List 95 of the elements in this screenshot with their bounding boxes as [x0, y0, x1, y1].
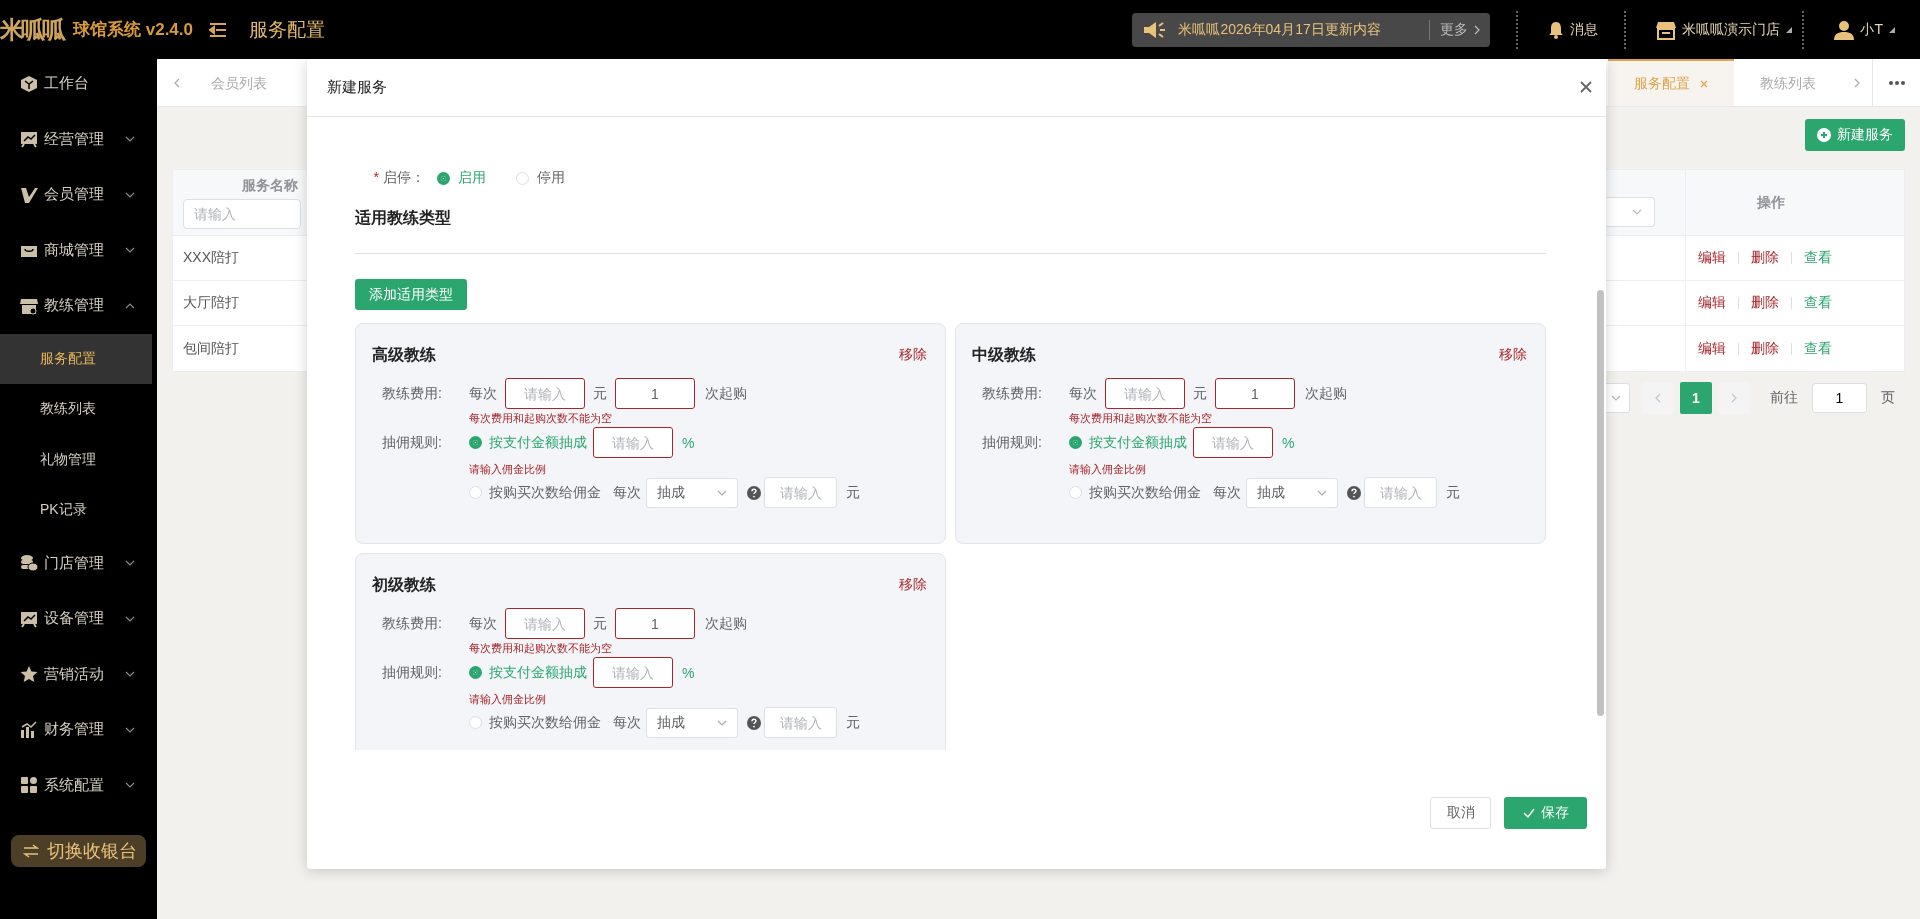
sidebar-item[interactable]: 系统配置 — [0, 757, 157, 813]
percent-sign: % — [682, 664, 695, 681]
radio-label[interactable]: 按购买次数给佣金 — [489, 713, 601, 732]
remove-link[interactable]: 移除 — [1499, 346, 1527, 364]
notice-text[interactable]: 米呱呱2026年04月17日更新内容 — [1178, 20, 1420, 39]
action-link[interactable]: 删除 — [1751, 339, 1779, 358]
cancel-button[interactable]: 取消 — [1430, 797, 1491, 829]
unit-text: 元 — [846, 483, 860, 502]
store-switcher[interactable]: 米呱呱演示门店 — [1656, 19, 1793, 40]
unit-text: 元 — [1446, 483, 1460, 502]
page-input[interactable]: 1 — [1812, 383, 1867, 413]
mode-select[interactable]: 抽成 — [1246, 477, 1338, 508]
error-message: 请输入佣金比例 — [1069, 462, 1147, 476]
page-suffix: 页 — [1881, 389, 1895, 407]
field-label: 抽佣规则: — [981, 433, 1043, 452]
sidebar-subitem[interactable]: 礼物管理 — [0, 434, 152, 485]
sidebar-subitem[interactable]: 教练列表 — [0, 384, 152, 435]
action-link[interactable]: 删除 — [1751, 249, 1779, 267]
switch-cashier-button[interactable]: 切换收银台 — [11, 835, 146, 867]
percent-sign: % — [1282, 434, 1295, 451]
sidebar-item[interactable]: 门店管理 — [0, 535, 157, 591]
sidebar-subitem[interactable]: 服务配置 — [0, 333, 152, 384]
error-message: 请输入佣金比例 — [469, 692, 547, 706]
field-text: 次起购 — [705, 614, 747, 633]
sidebar-item[interactable]: 设备管理 — [0, 591, 157, 647]
column-header: 服务名称 — [242, 176, 298, 195]
field-text: 每次 — [613, 713, 641, 732]
unit-text: 元 — [1193, 384, 1207, 403]
unit-text: 元 — [593, 384, 607, 403]
filter-field[interactable]: 请输入 — [183, 198, 301, 229]
action-link[interactable]: 编辑 — [1698, 249, 1726, 267]
card-title: 高级教练 — [372, 344, 436, 365]
field-label: 抽佣规则: — [381, 433, 443, 452]
unit-text: 元 — [846, 713, 860, 732]
number-field[interactable]: 1 — [615, 378, 695, 409]
error-message: 每次费用和起购次数不能为空 — [469, 641, 613, 655]
number-field[interactable]: 请输入 — [1193, 427, 1273, 458]
field-text: 次起购 — [705, 384, 747, 403]
action-link[interactable]: 编辑 — [1698, 294, 1726, 312]
field-label: 教练费用: — [381, 614, 443, 633]
sidebar-item[interactable]: 工作台 — [0, 59, 157, 112]
radio-label[interactable]: 停用 — [537, 169, 565, 187]
sidebar-item[interactable]: 商城管理 — [0, 222, 157, 278]
sidebar-item[interactable]: 营销活动 — [0, 646, 157, 702]
field-text: 每次 — [613, 483, 641, 502]
field-label: * 启停： — [372, 169, 426, 187]
field-text: 每次 — [1213, 483, 1241, 502]
number-field[interactable]: 请输入 — [593, 427, 673, 458]
action-link[interactable]: 删除 — [1751, 294, 1779, 312]
table-cell: 包间陪打 — [183, 339, 239, 358]
field-text: 每次 — [469, 384, 497, 403]
modal-title: 新建服务 — [327, 78, 387, 97]
mode-select[interactable]: 抽成 — [646, 477, 738, 508]
field-label: 教练费用: — [381, 384, 443, 403]
logo: 米呱呱 — [0, 14, 63, 45]
app-title: 球馆系统 v2.4.0 — [73, 19, 193, 41]
error-message: 每次费用和起购次数不能为空 — [469, 411, 613, 425]
error-message: 请输入佣金比例 — [469, 462, 547, 476]
page-title: 服务配置 — [249, 17, 325, 42]
more-link[interactable]: 更多 — [1440, 20, 1481, 39]
number-field[interactable]: 请输入 — [505, 378, 585, 409]
sidebar-item[interactable]: 会员管理 — [0, 167, 157, 223]
field-label: 教练费用: — [981, 384, 1043, 403]
mode-select[interactable]: 抽成 — [646, 707, 738, 738]
remove-link[interactable]: 移除 — [899, 576, 927, 594]
card-title: 中级教练 — [972, 344, 1036, 365]
number-field[interactable]: 请输入 — [593, 657, 673, 688]
number-field[interactable]: 请输入 — [1105, 378, 1185, 409]
remove-link[interactable]: 移除 — [899, 346, 927, 364]
error-message: 每次费用和起购次数不能为空 — [1069, 411, 1213, 425]
field-text: 每次 — [469, 614, 497, 633]
field-label: 抽佣规则: — [381, 663, 443, 682]
number-field[interactable]: 1 — [1215, 378, 1295, 409]
sidebar-item[interactable]: 教练管理 — [0, 278, 157, 334]
section-title: 适用教练类型 — [355, 208, 452, 228]
unit-text: 元 — [593, 614, 607, 633]
required-mark: * — [373, 169, 379, 185]
field-text: 每次 — [1069, 384, 1097, 403]
number-field[interactable]: 请输入 — [505, 608, 585, 639]
user-menu[interactable]: 小T — [1834, 19, 1895, 40]
radio-label[interactable]: 按购买次数给佣金 — [489, 483, 601, 502]
table-cell: XXX陪打 — [183, 249, 239, 267]
field-text: 次起购 — [1305, 384, 1347, 403]
messages-button[interactable]: 消息 — [1548, 20, 1599, 39]
table-cell: 大厅陪打 — [183, 294, 239, 312]
sidebar-subitem[interactable]: PK记录 — [0, 485, 152, 536]
card-title: 初级教练 — [372, 574, 436, 595]
sidebar-item[interactable]: 经营管理 — [0, 111, 157, 167]
column-header: 操作 — [1757, 193, 1785, 212]
radio-label[interactable]: 按购买次数给佣金 — [1089, 483, 1201, 502]
goto-label: 前往 — [1770, 389, 1798, 407]
number-field[interactable]: 1 — [615, 608, 695, 639]
percent-sign: % — [682, 434, 695, 451]
sidebar-item[interactable]: 财务管理 — [0, 702, 157, 758]
action-link[interactable]: 编辑 — [1698, 339, 1726, 358]
